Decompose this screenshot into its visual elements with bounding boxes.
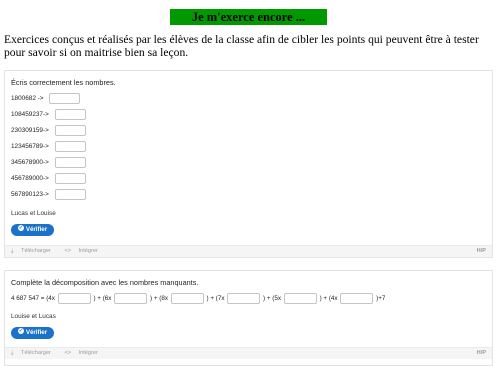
code-icon: <> [64, 248, 73, 254]
authors-text: Lucas et Louise [11, 210, 56, 217]
embed-link[interactable]: <> Intégrer [64, 248, 103, 254]
download-label: Télécharger [21, 350, 51, 356]
number-row: 108459237-> [11, 109, 86, 120]
exercise-title: Écris correctement les nombres. [11, 78, 116, 87]
exercise-card-2: Complète la décomposition avec les nombr… [4, 270, 493, 366]
number-label: 456789000-> [11, 175, 49, 182]
verify-button[interactable]: ✓ Vérifier [11, 224, 54, 236]
verify-label: Vérifier [25, 329, 48, 336]
equation-text: ) + (7x [206, 295, 225, 302]
equation-text: 4 687 547 = (4x [11, 295, 55, 302]
answer-input[interactable] [227, 293, 261, 304]
download-icon: ⤓ [11, 248, 16, 254]
embed-label: Intégrer [78, 248, 98, 254]
embed-label: Intégrer [78, 350, 98, 356]
answer-input[interactable] [170, 293, 204, 304]
code-icon: <> [64, 350, 73, 356]
decomposition-equation: 4 687 547 = (4x ) + (6x ) + (8x ) + (7x … [11, 293, 385, 304]
card-footer: ⤓ Télécharger <> Intégrer H/P [5, 347, 492, 359]
download-link[interactable]: ⤓ Télécharger [11, 248, 57, 254]
answer-input[interactable] [54, 109, 86, 120]
number-label: 108459237-> [11, 111, 49, 118]
number-label: 345678900-> [11, 159, 49, 166]
number-row: 567890123-> [11, 189, 86, 200]
number-row: 123456789-> [11, 141, 86, 152]
number-row: 230309159-> [11, 125, 86, 136]
answer-input[interactable] [49, 93, 81, 104]
equation-text: ) + (8x [149, 295, 168, 302]
embed-link[interactable]: <> Intégrer [64, 350, 103, 356]
number-label: 123456789-> [11, 143, 49, 150]
hp-badge: H/P [476, 350, 486, 356]
check-circle-icon: ✓ [17, 328, 24, 335]
check-circle-icon: ✓ [17, 225, 24, 232]
equation-text: )+7 [376, 295, 386, 302]
number-row: 456789000-> [11, 173, 86, 184]
verify-button[interactable]: ✓ Vérifier [11, 327, 54, 339]
answer-input[interactable] [54, 189, 86, 200]
authors-text: Louise et Lucas [11, 313, 56, 320]
answer-input[interactable] [54, 173, 86, 184]
answer-input[interactable] [340, 293, 374, 304]
page-title-banner: Je m'exerce encore ... [170, 9, 327, 25]
equation-text: ) + (4x [319, 295, 338, 302]
number-row: 345678900-> [11, 157, 86, 168]
number-label: 567890123-> [11, 191, 49, 198]
download-icon: ⤓ [11, 350, 16, 356]
equation-text: ) + (6x [93, 295, 112, 302]
answer-input[interactable] [54, 157, 86, 168]
verify-label: Vérifier [25, 226, 48, 233]
number-row: 1800682 -> [11, 93, 81, 104]
equation-text: ) + (5x [263, 295, 282, 302]
answer-input[interactable] [54, 125, 86, 136]
hp-badge: H/P [476, 248, 486, 254]
number-label: 230309159-> [11, 127, 49, 134]
answer-input[interactable] [57, 293, 91, 304]
download-link[interactable]: ⤓ Télécharger [11, 350, 57, 356]
answer-input[interactable] [283, 293, 317, 304]
exercise-title: Complète la décomposition avec les nombr… [11, 278, 199, 287]
exercise-card-1: Écris correctement les nombres. 1800682 … [4, 70, 493, 258]
answer-input[interactable] [54, 141, 86, 152]
answer-input[interactable] [114, 293, 148, 304]
download-label: Télécharger [21, 248, 51, 254]
number-label: 1800682 -> [11, 95, 44, 102]
intro-text: Exercices conçus et réalisés par les élè… [4, 33, 479, 59]
card-footer: ⤓ Télécharger <> Intégrer H/P [5, 245, 492, 257]
